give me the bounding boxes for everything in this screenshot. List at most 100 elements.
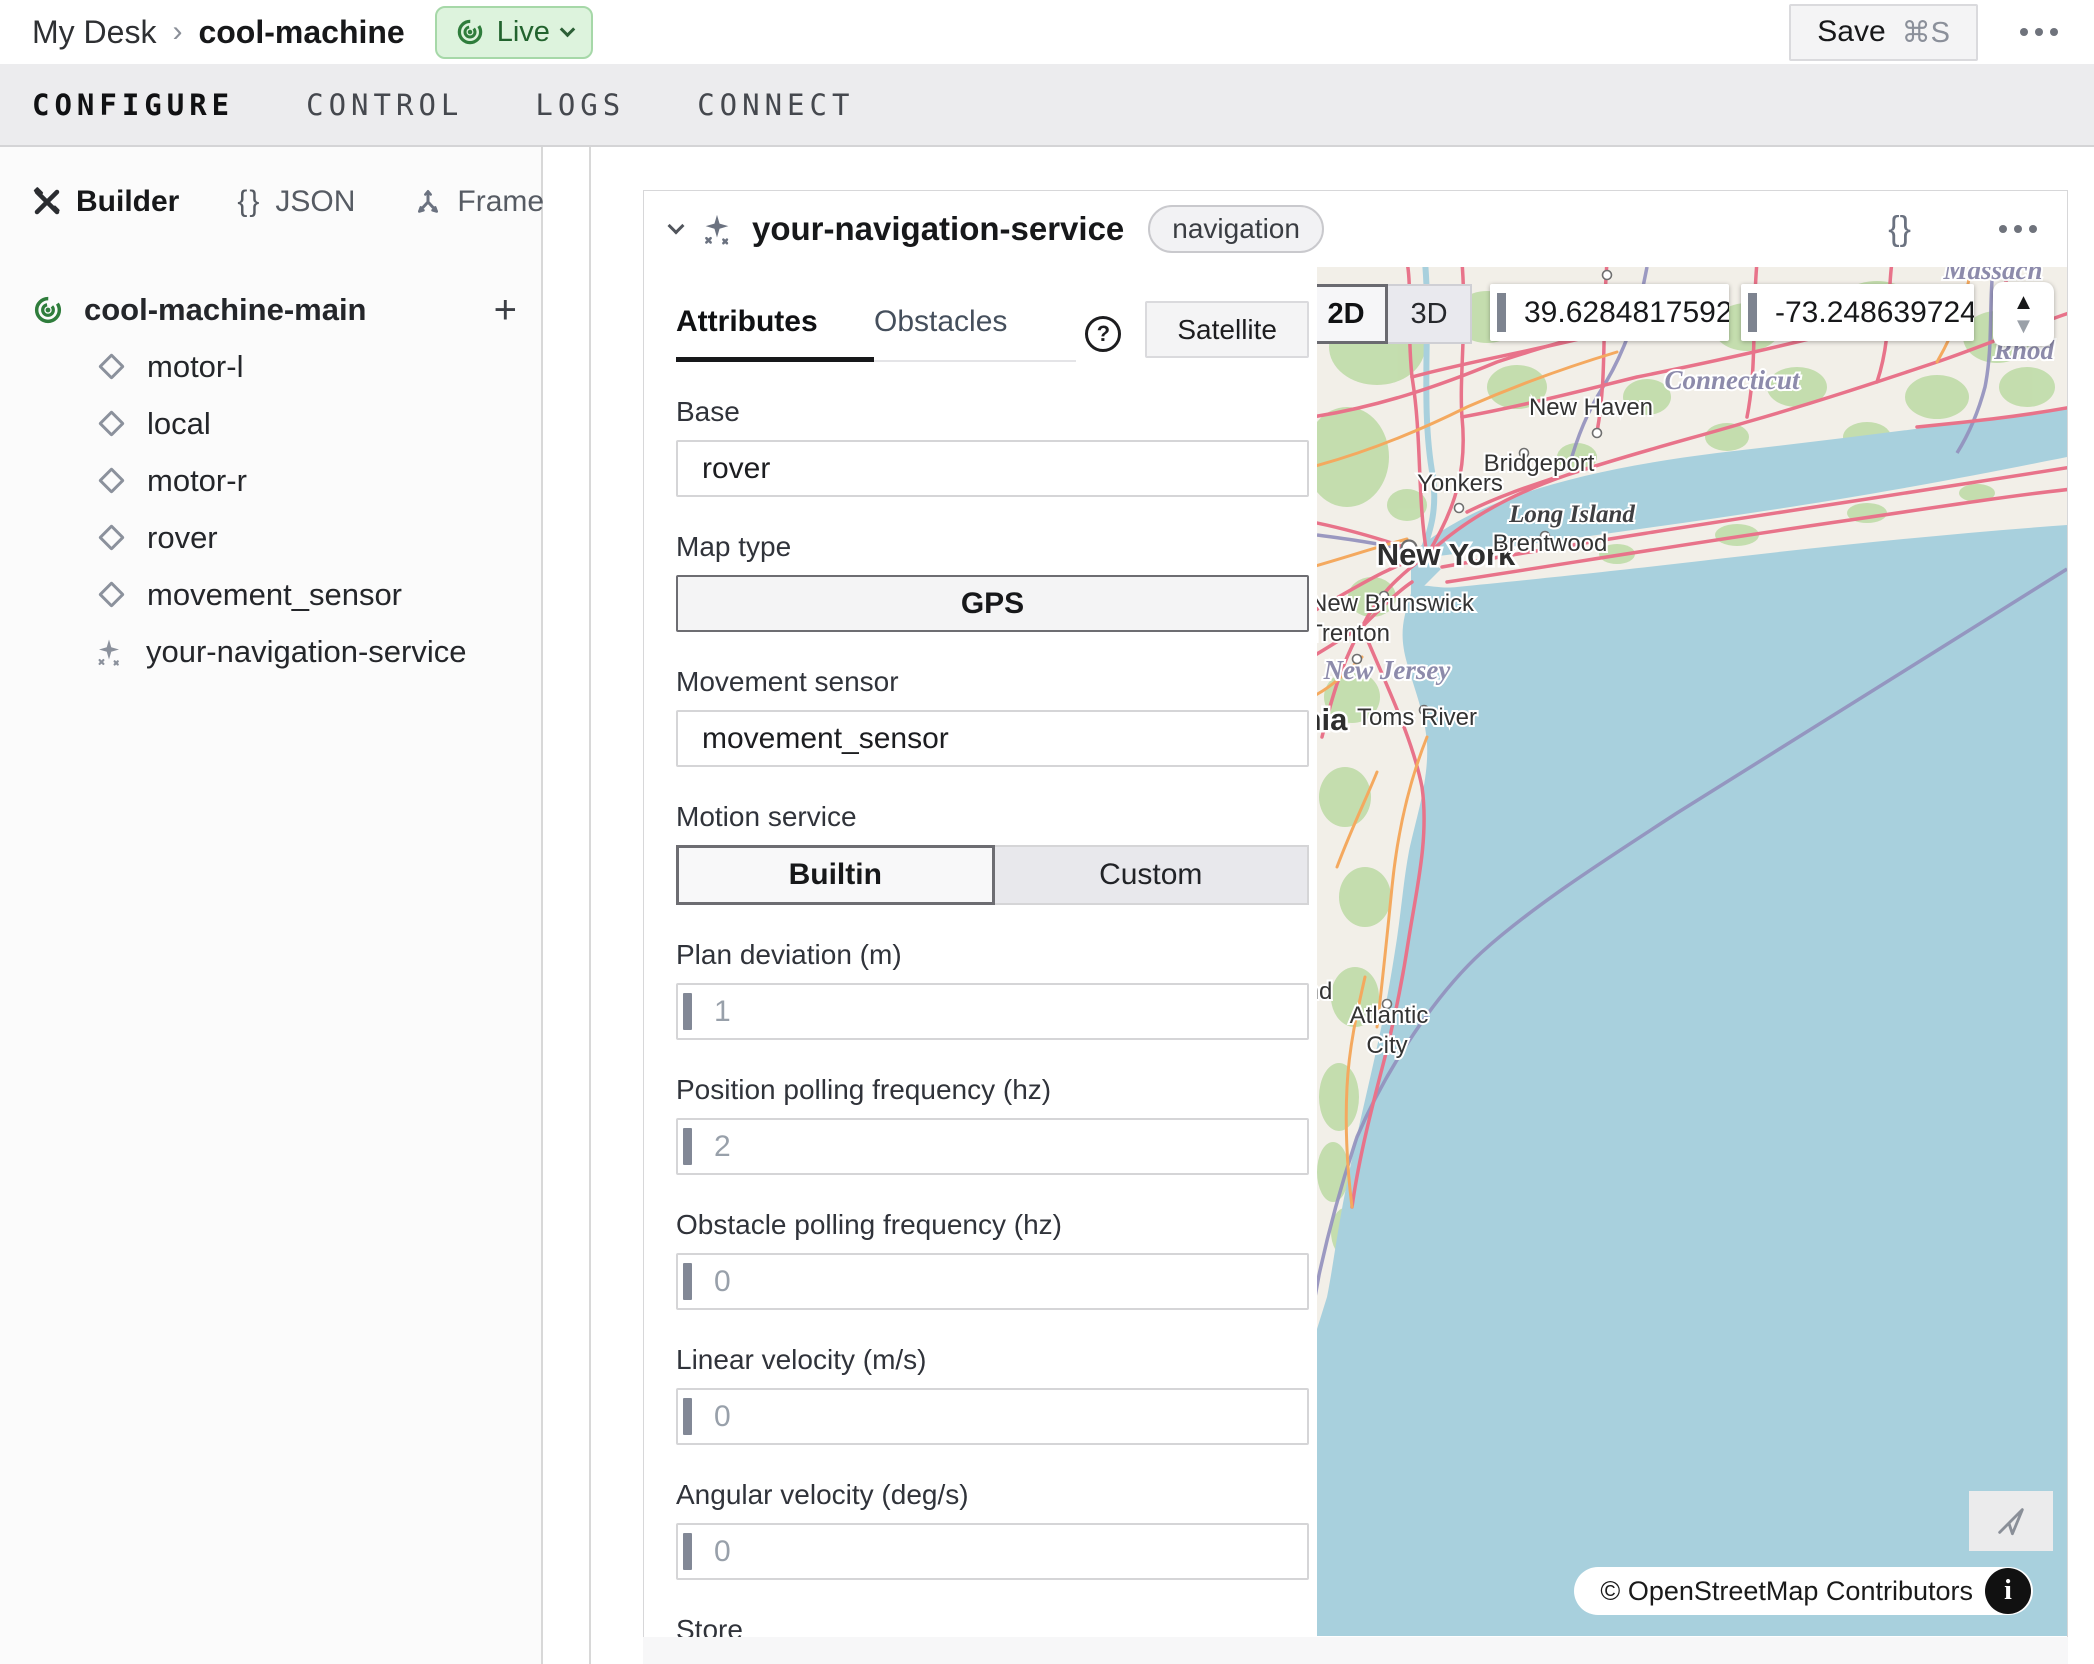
latitude-input[interactable]	[1490, 284, 1729, 341]
plan-deviation-input[interactable]	[676, 983, 1309, 1040]
attributes-form: Attributes Obstacles ? Satellite Base Ma…	[644, 267, 1317, 1664]
drag-handle[interactable]	[683, 1398, 692, 1435]
broadcast-icon	[455, 17, 485, 47]
zoom-out-arrow-icon[interactable]: ▼	[2013, 315, 2035, 337]
zoom-in-arrow-icon[interactable]: ▲	[2013, 291, 2035, 313]
linear-velocity-input[interactable]	[676, 1388, 1309, 1445]
tree-item-label: local	[147, 406, 211, 442]
movement-sensor-field-wrap	[676, 710, 1309, 767]
frame-axes-icon	[413, 187, 443, 217]
angular-velocity-input[interactable]	[676, 1523, 1309, 1580]
navigation-arrow-icon	[1994, 1504, 2028, 1538]
json-view-icon[interactable]: {}	[1888, 210, 1911, 249]
movement-sensor-label: Movement sensor	[676, 666, 1309, 698]
map-label: nd	[1317, 978, 1332, 1005]
tab-logs[interactable]: LOGS	[535, 88, 625, 122]
map-canvas: MassachRhodConnecticutNew JerseyLong Isl…	[1317, 267, 2067, 1636]
map-label: New Jersey	[1323, 655, 1452, 685]
save-button-label: Save	[1817, 15, 1885, 49]
machine-tab-bar: CONFIGURE CONTROL LOGS CONNECT	[0, 64, 2094, 147]
tab-configure[interactable]: CONFIGURE	[32, 88, 234, 122]
position-polling-field-wrap	[676, 1118, 1309, 1175]
tree-item-machine-main[interactable]: cool-machine-main +	[0, 281, 541, 338]
movement-sensor-input[interactable]	[676, 710, 1309, 767]
tree-item-rover[interactable]: rover	[0, 509, 541, 566]
position-polling-input[interactable]	[676, 1118, 1309, 1175]
map-type-gps-button[interactable]: GPS	[676, 575, 1309, 632]
mode-frame-label: Frame	[457, 185, 544, 219]
mode-builder-label: Builder	[76, 185, 179, 219]
map-city-dot	[1593, 429, 1602, 438]
base-field-wrap	[676, 440, 1309, 497]
latitude-field-wrap	[1490, 284, 1729, 341]
drag-handle[interactable]	[683, 1263, 692, 1300]
mode-frame[interactable]: Frame	[413, 185, 544, 219]
map-label: nia	[1317, 702, 1348, 737]
tab-connect[interactable]: CONNECT	[697, 88, 854, 122]
tab-obstacles[interactable]: Obstacles	[874, 305, 1076, 360]
component-icon	[98, 467, 125, 494]
map-label: Yonkers	[1417, 470, 1503, 497]
attribution-text[interactable]: © OpenStreetMap Contributors	[1600, 1576, 1973, 1607]
collapse-chevron-icon[interactable]	[668, 218, 685, 235]
drag-handle[interactable]	[683, 993, 692, 1030]
service-card-header: your-navigation-service navigation {}	[644, 191, 2067, 267]
card-menu-icon[interactable]	[1999, 225, 2037, 233]
motion-builtin-option[interactable]: Builtin	[676, 845, 995, 905]
top-bar: My Desk › cool-machine Live Save ⌘S	[0, 0, 2094, 64]
mode-json-label: JSON	[275, 185, 355, 219]
view-2d-button[interactable]: 2D	[1317, 284, 1388, 344]
obstacle-polling-field-wrap	[676, 1253, 1309, 1310]
component-tree: cool-machine-main + motor-l local motor-…	[0, 281, 541, 680]
tab-control[interactable]: CONTROL	[306, 88, 463, 122]
live-status-dropdown[interactable]: Live	[435, 6, 593, 59]
sidebar-mode-switcher: Builder {} JSON Frame	[0, 167, 541, 229]
braces-icon: {}	[237, 185, 261, 219]
satellite-button[interactable]: Satellite	[1145, 301, 1309, 358]
obstacle-polling-input[interactable]	[676, 1253, 1309, 1310]
breadcrumb-current: cool-machine	[198, 14, 404, 51]
map-attribution: © OpenStreetMap Contributors i	[1574, 1567, 2033, 1615]
tree-item-motor-r[interactable]: motor-r	[0, 452, 541, 509]
tree-item-label: motor-r	[147, 463, 247, 499]
tree-item-motor-l[interactable]: motor-l	[0, 338, 541, 395]
position-polling-label: Position polling frequency (hz)	[676, 1074, 1309, 1106]
view-3d-button[interactable]: 3D	[1388, 284, 1472, 344]
next-card-edge	[643, 1637, 2068, 1664]
tree-item-navigation-service[interactable]: your-navigation-service	[0, 623, 541, 680]
map-label: Brentwood	[1493, 530, 1608, 557]
machine-part-icon	[32, 294, 64, 326]
map-label: Atlantic	[1350, 1002, 1429, 1029]
help-icon[interactable]: ?	[1085, 316, 1121, 352]
live-status-label: Live	[497, 16, 550, 49]
drag-handle[interactable]	[1748, 293, 1757, 332]
tree-item-movement-sensor[interactable]: movement_sensor	[0, 566, 541, 623]
add-component-button[interactable]: +	[494, 290, 517, 330]
mode-builder[interactable]: Builder	[32, 185, 179, 219]
service-title: your-navigation-service	[752, 210, 1124, 248]
tab-attributes[interactable]: Attributes	[676, 305, 874, 362]
drag-handle[interactable]	[683, 1128, 692, 1165]
longitude-input[interactable]	[1741, 284, 1974, 341]
save-button[interactable]: Save ⌘S	[1789, 4, 1978, 61]
map-label: Toms River	[1357, 704, 1477, 731]
breadcrumb: My Desk › cool-machine	[32, 14, 405, 51]
component-icon	[98, 353, 125, 380]
longitude-field-wrap	[1741, 284, 1974, 341]
recenter-button[interactable]	[1969, 1491, 2053, 1551]
drag-handle[interactable]	[683, 1533, 692, 1570]
zoom-stepper[interactable]: ▲ ▼	[1993, 282, 2054, 346]
info-icon[interactable]: i	[1985, 1568, 2031, 1614]
plan-deviation-field-wrap	[676, 983, 1309, 1040]
drag-handle[interactable]	[1497, 293, 1506, 332]
base-input[interactable]	[676, 440, 1309, 497]
overflow-menu-icon[interactable]	[2020, 28, 2058, 36]
tree-item-local[interactable]: local	[0, 395, 541, 452]
breadcrumb-root[interactable]: My Desk	[32, 14, 156, 51]
navigation-map[interactable]: MassachRhodConnecticutNew JerseyLong Isl…	[1317, 267, 2067, 1636]
motion-custom-option[interactable]: Custom	[995, 845, 1310, 905]
motion-service-label: Motion service	[676, 801, 1309, 833]
navigation-service-card: your-navigation-service navigation {} At…	[643, 190, 2068, 1664]
tree-item-label: motor-l	[147, 349, 243, 385]
mode-json[interactable]: {} JSON	[237, 185, 355, 219]
